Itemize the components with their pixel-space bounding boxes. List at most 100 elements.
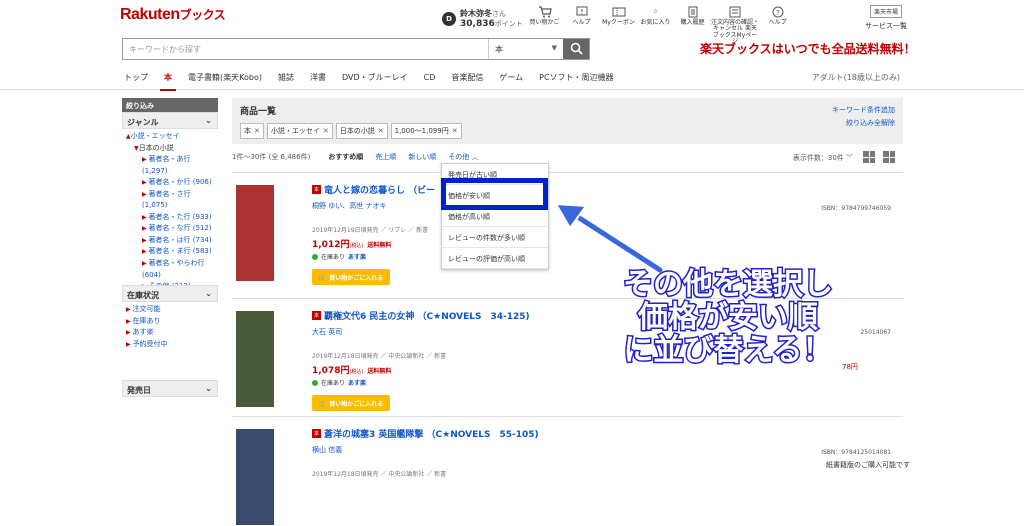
grid-view-icon[interactable] xyxy=(883,151,895,163)
filter-chip[interactable]: 1,000～1,099円 ✕ xyxy=(390,123,462,139)
list-view-icon[interactable] xyxy=(863,151,875,163)
cart-button-label: 買い物かごに入れる xyxy=(329,400,384,408)
book-cover-image[interactable] xyxy=(236,429,274,525)
alert-label: ヘルプ xyxy=(572,19,591,26)
mypage-link[interactable]: 注文内容の確認・キャンセル 楽天ブックスMyページ xyxy=(711,4,759,45)
nav-tab[interactable]: 音楽配信 xyxy=(451,66,483,90)
per-page-select[interactable]: 表示件数：30件 ﹀ xyxy=(793,153,853,163)
nav-tab[interactable]: 本 xyxy=(160,66,176,91)
close-icon[interactable]: ✕ xyxy=(323,127,329,135)
genre-list: ▲小説・エッセイ ▼日本の小説 ▶ 著者名・あ行 (1,297) ▶ 著者名・か行… xyxy=(122,129,218,290)
sort-newest[interactable]: 新しい順 xyxy=(408,152,436,162)
genre-author-item[interactable]: ▶ 著者名・は行 (734) xyxy=(142,235,218,247)
book-author-link[interactable]: 大石 英司 xyxy=(312,327,530,337)
main-content: 商品一覧 キーワード条件追加 絞り込み全解除 本 ✕ 小説・エッセイ ✕ 日本の小説 ✕ 1… xyxy=(232,98,903,166)
annotation-arrow xyxy=(554,202,665,275)
rakuten-ichiba-link[interactable]: 楽天市場 xyxy=(869,5,902,18)
search-category-select[interactable]: 本 ▼ xyxy=(488,39,563,59)
stock-dot-icon xyxy=(312,379,318,386)
header-right-links: 楽天市場 サービス一覧 xyxy=(865,5,907,31)
genre-author-item[interactable]: ▶ 著者名・ま行 (583) xyxy=(142,246,218,258)
search-category-value: 本 xyxy=(495,45,503,54)
user-info[interactable]: D 鈴木弥冬さん 30,836ポイント xyxy=(442,8,523,29)
stock-label: 予約受付中 xyxy=(132,339,168,348)
dropdown-arrow-icon: ▼ xyxy=(551,44,557,52)
genre-item-japanese[interactable]: ▼日本の小説 xyxy=(126,143,218,155)
book-title-link[interactable]: 蒼洋の城塞3 英国艦隊撃 （C★NOVELS 55-105) xyxy=(324,427,539,440)
help-icon: ? xyxy=(770,4,786,20)
book-author-link[interactable]: 横山 信義 xyxy=(312,445,539,455)
nav-tab[interactable]: 電子書籍(楽天Kobo) xyxy=(188,66,262,90)
points-value: 30,836 xyxy=(460,19,495,29)
free-shipping-label: 送料無料 xyxy=(367,368,392,375)
price: 1,078円 xyxy=(312,366,350,376)
user-name: 鈴木弥冬 xyxy=(460,9,492,18)
genre-author-item[interactable]: ▶ 著者名・やらわ行 (604) xyxy=(142,258,218,281)
isbn: ISBN：9784799746059 xyxy=(821,205,891,212)
avatar: D xyxy=(442,11,456,26)
coupon-link[interactable]: Myクーポン xyxy=(600,4,637,45)
genre-section-toggle[interactable]: ジャンル ⌄ xyxy=(122,112,218,129)
chip-label: 本 xyxy=(244,127,251,135)
alert-icon xyxy=(574,4,590,20)
genre-author-item[interactable]: ▶ 著者名・あ行 (1,297) xyxy=(142,154,218,177)
stock-list: ▶ 注文可能 ▶ 在庫あり ▶ あす楽 ▶ 予約受付中 xyxy=(122,302,218,374)
nav-tab[interactable]: トップ xyxy=(124,66,148,90)
history-link[interactable]: 購入履歴 xyxy=(674,4,711,45)
release-section-toggle[interactable]: 発売日 ⌄ xyxy=(122,380,218,397)
book-author-link[interactable]: 桐野 ゆい、高世 ナオキ xyxy=(312,201,435,211)
service-list-link[interactable]: サービス一覧 xyxy=(865,21,907,31)
sort-recommended[interactable]: おすすめ順 xyxy=(328,152,363,162)
add-to-cart-button[interactable]: 🛒 買い物かごに入れる xyxy=(312,269,390,285)
add-keyword-link[interactable]: キーワード条件追加 xyxy=(832,104,895,117)
sort-option[interactable]: レビューの評価が高い順 xyxy=(442,248,548,269)
favorite-link[interactable]: ☆ お気に入り xyxy=(637,4,674,45)
search-input[interactable]: キーワードから探す xyxy=(123,39,488,59)
cart-icon: 🛒 xyxy=(318,399,327,407)
book-title-link[interactable]: 竜人と嫁の恋暮らし （ビー xyxy=(324,183,435,196)
close-icon[interactable]: ✕ xyxy=(378,127,384,135)
filter-chip[interactable]: 小説・エッセイ ✕ xyxy=(266,123,333,139)
nav-tab[interactable]: DVD・ブルーレイ xyxy=(342,66,408,90)
nav-tab[interactable]: CD xyxy=(424,66,436,90)
free-shipping-banner[interactable]: 楽天ブックスはいつでも全品送料無料！ xyxy=(700,40,916,57)
stock-item[interactable]: ▶ 予約受付中 xyxy=(126,339,218,351)
tax-label: (税込) xyxy=(349,243,364,249)
nav-tab[interactable]: PCソフト・周辺機器 xyxy=(539,66,613,90)
chevron-down-icon: ⌄ xyxy=(205,384,212,393)
user-suffix: さん xyxy=(492,10,506,18)
filter-chip[interactable]: 日本の小説 ✕ xyxy=(335,123,388,139)
help-link[interactable]: ? ヘルプ xyxy=(759,4,796,45)
stock-item[interactable]: ▶ 注文可能 xyxy=(126,304,218,316)
adult-link[interactable]: アダルト(18歳以上のみ) xyxy=(812,66,900,90)
book-cover-image[interactable] xyxy=(236,185,274,281)
chip-label: 1,000～1,099円 xyxy=(394,127,449,135)
stock-section-toggle[interactable]: 在庫状況 ⌄ xyxy=(122,285,218,302)
genre-label: 著者名・やらわ行 (604) xyxy=(142,259,205,279)
book-title-link[interactable]: 覇権文代6 民主の女神 （C★NOVELS 34-125) xyxy=(324,309,530,322)
add-to-cart-button[interactable]: 🛒 買い物かごに入れる xyxy=(312,395,390,411)
nav-tab[interactable]: 雑誌 xyxy=(278,66,294,90)
search-icon xyxy=(570,42,583,57)
genre-author-item[interactable]: ▶ 著者名・か行 (906) xyxy=(142,177,218,189)
book-cover-image[interactable] xyxy=(236,311,274,407)
filter-chip[interactable]: 本 ✕ xyxy=(240,123,264,139)
sort-sales[interactable]: 売上順 xyxy=(375,152,396,162)
close-icon[interactable]: ✕ xyxy=(254,127,260,135)
nav-tab[interactable]: 洋書 xyxy=(310,66,326,90)
product-info: 本竜人と嫁の恋暮らし （ビー 桐野 ゆい、高世 ナオキ 2019年12月19日頃発売… xyxy=(312,183,435,285)
clear-filters-link[interactable]: 絞り込み全解除 xyxy=(832,117,895,130)
genre-item-novel[interactable]: ▲小説・エッセイ xyxy=(126,131,218,143)
rakuten-books-logo[interactable]: Rakutenブックス xyxy=(120,6,226,24)
stock-item[interactable]: ▶ あす楽 xyxy=(126,327,218,339)
nav-tab[interactable]: ゲーム xyxy=(499,66,523,90)
genre-author-item[interactable]: ▶ 著者名・な行 (512) xyxy=(142,223,218,235)
sort-option[interactable]: レビューの件数が多い順 xyxy=(442,227,548,248)
close-icon[interactable]: ✕ xyxy=(452,127,458,135)
genre-author-item[interactable]: ▶ 著者名・さ行 (1,075) xyxy=(142,189,218,212)
sort-other[interactable]: その他 ︿ xyxy=(448,152,478,162)
genre-author-item[interactable]: ▶ 著者名・た行 (933) xyxy=(142,212,218,224)
stock-item[interactable]: ▶ 在庫あり xyxy=(126,316,218,328)
stock-dot-icon xyxy=(312,253,318,260)
search-button[interactable] xyxy=(563,39,589,59)
